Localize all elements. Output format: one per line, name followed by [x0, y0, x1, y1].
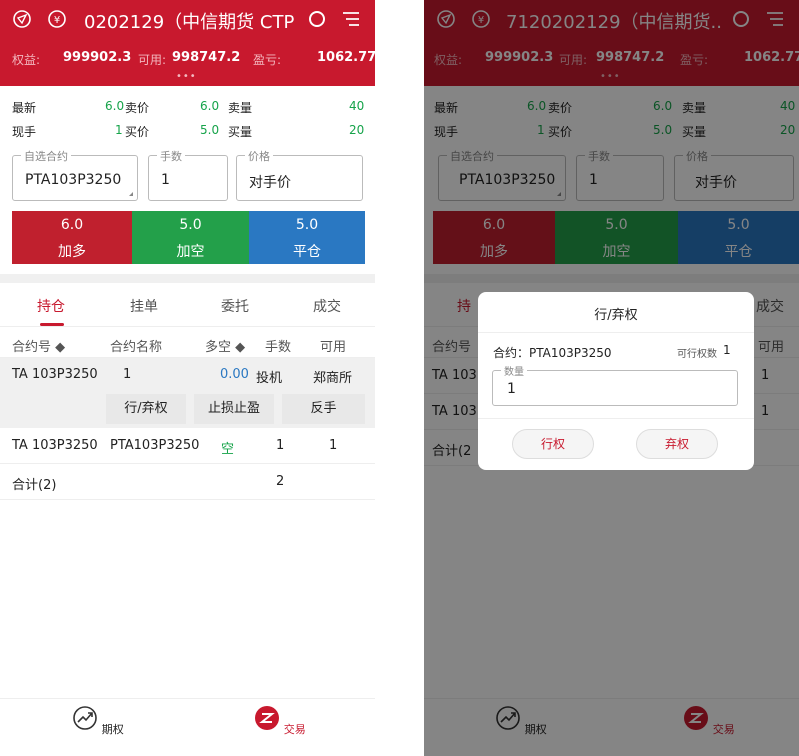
- price-legend: 价格: [245, 148, 273, 164]
- dialog-divider: [478, 332, 754, 333]
- svg-text:¥: ¥: [54, 15, 60, 26]
- table-row[interactable]: TA 103P3250 1 0.00 投机 郑商所: [0, 358, 375, 392]
- total-row: 合计(2) 2: [0, 464, 375, 500]
- row2-available: 1: [329, 438, 338, 453]
- reverse-button[interactable]: 反手: [282, 394, 365, 424]
- col-contract-name: 合约名称: [110, 340, 163, 355]
- ask-value: 6.0: [200, 99, 220, 113]
- equity-label: 权益:: [12, 53, 41, 67]
- bid-qty-value: 20: [349, 123, 365, 137]
- bid-label: 买价: [125, 125, 150, 139]
- col-contract-code[interactable]: 合约号 ◆: [12, 336, 65, 355]
- tab-orders[interactable]: 委托: [221, 296, 249, 316]
- lots-legend: 手数: [157, 148, 185, 164]
- price-input[interactable]: 价格 对手价: [236, 148, 363, 201]
- row1-code: TA 103P3250: [12, 367, 98, 382]
- broker-icon[interactable]: ¥: [47, 9, 67, 29]
- contract-value: PTA103P3250: [25, 172, 122, 188]
- ask-qty-label: 卖量: [228, 101, 253, 115]
- active-tab-indicator: [40, 323, 64, 326]
- close-price: 5.0: [295, 217, 319, 233]
- buy-open-button[interactable]: 6.0 加多: [12, 211, 132, 264]
- quantity-legend: 数量: [501, 363, 527, 378]
- nav-trade-label: 交易: [283, 723, 306, 736]
- table-row[interactable]: TA 103P3250 PTA103P3250 空 1 1: [0, 428, 375, 464]
- tab-pending[interactable]: 挂单: [130, 296, 158, 316]
- row2-name: PTA103P3250: [110, 438, 200, 453]
- sell-open-button[interactable]: 5.0 加空: [132, 211, 249, 264]
- quantity-input[interactable]: 数量 1: [492, 363, 738, 406]
- tab-trades[interactable]: 成交: [313, 296, 341, 316]
- nav-trade[interactable]: 交易: [250, 705, 310, 737]
- menu-icon[interactable]: [341, 9, 361, 29]
- total-lots: 2: [276, 474, 285, 489]
- trend-icon: [73, 706, 98, 730]
- ask-label: 卖价: [125, 101, 150, 115]
- section-divider: [0, 274, 375, 283]
- col-available: 可用: [320, 340, 347, 355]
- back-icon[interactable]: [12, 9, 32, 29]
- lots-value: 1: [161, 172, 170, 188]
- sell-label: 加空: [176, 244, 205, 260]
- row2-lots: 1: [276, 438, 285, 453]
- hand-label: 现手: [12, 125, 37, 139]
- dialog-divider: [478, 418, 754, 419]
- dialog-contract-label: 合约：PTA103P3250: [493, 346, 612, 360]
- tab-bar: 持仓 挂单 委托 成交: [0, 283, 375, 327]
- header-bar: ¥ 0202129（中信期货 CTP: [0, 0, 375, 38]
- row2-direction: 空: [221, 442, 235, 457]
- hand-value: 1: [115, 123, 123, 137]
- quote-panel: 最新 6.0 卖价 6.0 卖量 40 现手 1 买价 5.0 买量 20: [0, 86, 375, 146]
- bid-qty-label: 买量: [228, 125, 253, 139]
- buy-price: 6.0: [60, 217, 84, 233]
- bid-value: 5.0: [200, 123, 220, 137]
- trade-icon: [255, 706, 280, 730]
- refresh-icon[interactable]: [307, 9, 327, 29]
- exercisable-label: 可行权数: [677, 349, 717, 360]
- total-label: 合计(2): [12, 478, 57, 493]
- col-lots: 手数: [265, 340, 292, 355]
- tab-positions[interactable]: 持仓: [37, 296, 65, 316]
- exercisable-value: 1: [723, 343, 731, 357]
- nav-options[interactable]: 期权: [68, 705, 128, 737]
- close-position-button[interactable]: 5.0 平仓: [249, 211, 365, 264]
- pnl-label: 盈亏:: [253, 53, 282, 67]
- close-label: 平仓: [293, 244, 321, 260]
- available-label: 可用:: [138, 53, 167, 67]
- row1-type: 投机: [256, 371, 283, 386]
- row2-code: TA 103P3250: [12, 438, 98, 453]
- exercise-abandon-button[interactable]: 行/弃权: [106, 394, 186, 424]
- row1-exchange: 郑商所: [313, 371, 353, 386]
- latest-label: 最新: [12, 101, 37, 115]
- col-direction[interactable]: 多空 ◆: [205, 336, 245, 355]
- row1-lots: 1: [123, 367, 132, 382]
- quantity-value: 1: [507, 381, 516, 397]
- row1-value: 0.00: [220, 367, 249, 382]
- contract-legend: 自选合约: [21, 148, 71, 164]
- more-dots[interactable]: •••: [176, 71, 197, 82]
- abandon-button[interactable]: 弃权: [636, 429, 718, 459]
- contract-select[interactable]: 自选合约 PTA103P3250: [12, 148, 138, 201]
- lots-input[interactable]: 手数 1: [148, 148, 228, 201]
- price-value: 对手价: [249, 175, 291, 191]
- latest-value: 6.0: [105, 99, 125, 113]
- bottom-nav: 期权 交易: [0, 698, 375, 756]
- account-summary: 权益: 999902.3 可用: 998747.2 盈亏: 1062.77 ••…: [0, 38, 375, 86]
- stop-loss-button[interactable]: 止损止盈: [194, 394, 274, 424]
- dialog-title: 行/弃权: [594, 308, 638, 323]
- buy-label: 加多: [58, 244, 86, 260]
- exercise-button[interactable]: 行权: [512, 429, 594, 459]
- equity-value: 999902.3: [63, 50, 132, 65]
- resize-corner-icon: [129, 192, 133, 196]
- available-value: 998747.2: [172, 50, 241, 65]
- pnl-value: 1062.77: [317, 50, 375, 65]
- account-title[interactable]: 0202129（中信期货 CTP: [84, 8, 294, 34]
- right-screen: ¥ 7120202129（中信期货.. 权益: 999902.3 可用: 998…: [424, 0, 799, 756]
- exercise-dialog: 行/弃权 合约：PTA103P3250 可行权数 1 数量 1 行权 弃权: [478, 292, 754, 470]
- nav-options-label: 期权: [101, 723, 124, 736]
- ask-qty-value: 40: [349, 99, 365, 113]
- sell-price: 5.0: [179, 217, 202, 233]
- left-screen: ¥ 0202129（中信期货 CTP 权益: 999902.3 可用: 9987…: [0, 0, 375, 756]
- table-header: 合约号 ◆ 合约名称 多空 ◆ 手数 可用: [0, 328, 375, 358]
